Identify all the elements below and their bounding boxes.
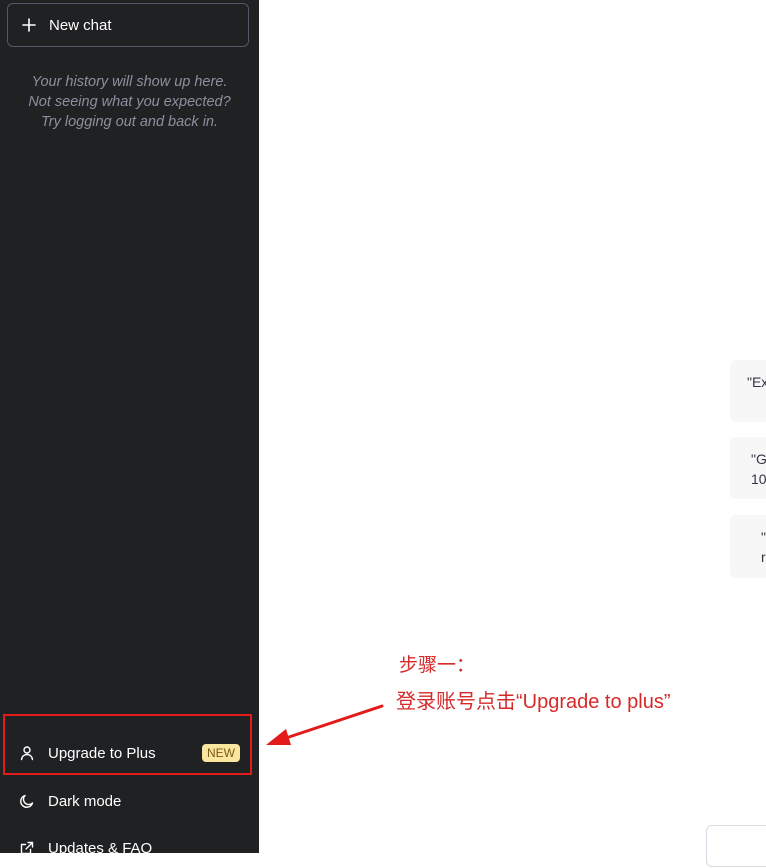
updates-faq-link[interactable]: Updates & FAQ xyxy=(7,828,252,868)
new-chat-button[interactable]: New chat xyxy=(7,3,249,47)
dark-mode-label: Dark mode xyxy=(48,792,122,810)
annotation-arrow-icon xyxy=(266,704,384,745)
annotation-instruction: 登录账号点击“Upgrade to plus” xyxy=(396,691,671,713)
dark-mode-button[interactable]: Dark mode xyxy=(7,781,252,821)
updates-faq-label: Updates & FAQ xyxy=(48,839,153,857)
example-prompt-text: "G xyxy=(751,451,766,467)
example-prompt-text: "Ex xyxy=(747,374,766,390)
message-input-box[interactable] xyxy=(706,825,766,867)
new-chat-label: New chat xyxy=(49,16,112,34)
example-prompt-card[interactable]: "G 10 xyxy=(730,437,766,499)
example-prompt-text: " xyxy=(761,529,766,545)
example-prompt-text: 10 xyxy=(751,471,766,487)
example-prompt-text: r xyxy=(761,549,766,565)
example-prompt-card[interactable]: "Ex xyxy=(730,360,766,422)
external-link-icon xyxy=(20,841,34,855)
example-prompt-card[interactable]: " r xyxy=(730,515,766,578)
history-empty-note: Your history will show up here. Not seei… xyxy=(0,72,259,132)
history-note-line: Try logging out and back in. xyxy=(40,114,219,130)
history-note-line: Your history will show up here. xyxy=(31,74,228,90)
history-note-line: Not seeing what you expected? xyxy=(28,94,231,110)
annotation-step-label: 步骤一： xyxy=(399,655,476,676)
plus-icon xyxy=(22,18,36,32)
moon-icon xyxy=(20,794,34,808)
annotation-highlight-box xyxy=(3,714,252,775)
